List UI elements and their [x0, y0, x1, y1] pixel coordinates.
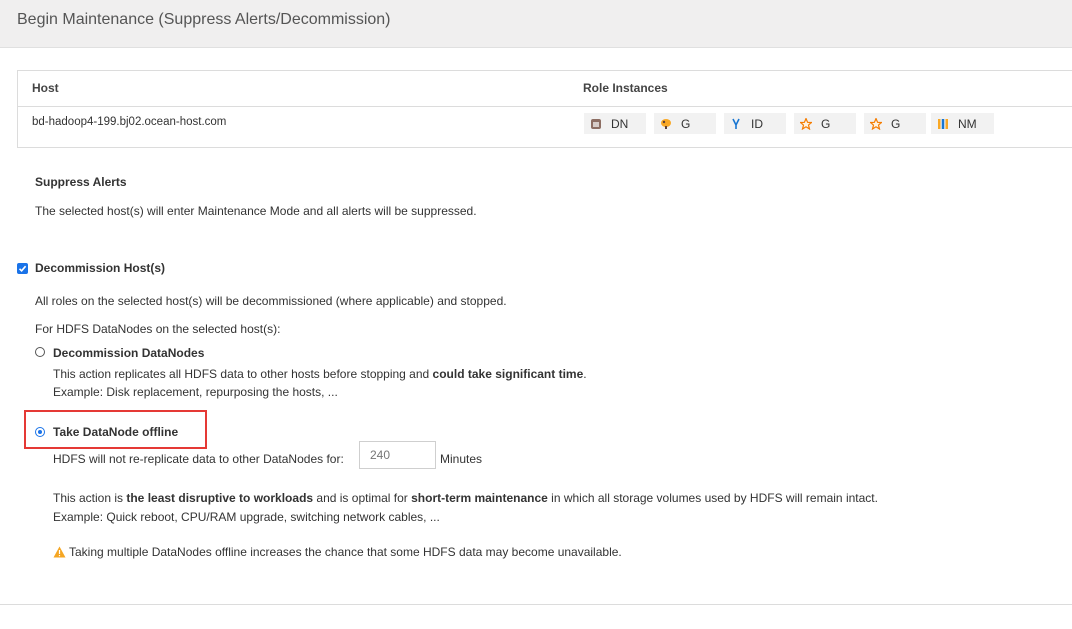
decommission-datanodes-radio[interactable] — [35, 347, 45, 357]
text-segment: This action is — [53, 491, 127, 505]
decommission-hosts-checkbox[interactable] — [17, 263, 28, 274]
host-name: bd-hadoop4-199.bj02.ocean-host.com — [32, 116, 227, 128]
offline-minutes-input[interactable] — [359, 441, 436, 469]
hive-gateway-icon — [660, 118, 672, 130]
gateway-star-icon — [798, 116, 814, 130]
decommission-datanodes-description: This action replicates all HDFS data to … — [53, 367, 587, 381]
decommission-datanodes-example: Example: Disk replacement, repurposing t… — [53, 385, 338, 399]
text-segment: . — [583, 367, 587, 381]
role-chip-label: DN — [611, 116, 629, 131]
take-datanode-offline-radio[interactable] — [35, 427, 45, 437]
role-chip-hive-gateway[interactable]: G — [654, 113, 716, 134]
role-chip-label: G — [891, 116, 901, 131]
text-segment: in which all storage volumes used by HDF… — [547, 491, 878, 505]
gateway-star-icon — [868, 116, 884, 130]
nodemanager-icon — [937, 118, 949, 130]
role-chip-label: G — [681, 116, 691, 131]
minutes-unit-label: Minutes — [440, 452, 483, 466]
replicate-duration-label: HDFS will not re-replicate data to other… — [53, 452, 344, 466]
footer-divider — [0, 604, 1072, 605]
role-chip-label: ID — [751, 116, 763, 131]
role-chip-dn[interactable]: DN — [584, 113, 646, 134]
take-datanode-offline-label[interactable]: Take DataNode offline — [53, 425, 178, 439]
warning-message: Taking multiple DataNodes offline increa… — [53, 545, 622, 559]
warning-text: Taking multiple DataNodes offline increa… — [69, 545, 622, 559]
warning-icon — [53, 546, 66, 558]
datanode-icon — [590, 118, 602, 130]
role-chip-impala-daemon[interactable]: ID — [724, 113, 786, 134]
checkmark-icon — [18, 265, 27, 272]
role-chip-nodemanager[interactable]: NM — [931, 113, 994, 134]
decommission-hosts-label[interactable]: Decommission Host(s) — [35, 261, 165, 275]
take-offline-description: This action is the least disruptive to w… — [53, 491, 878, 505]
text-emphasis: could take significant time — [432, 367, 584, 381]
impala-daemon-icon — [730, 118, 742, 130]
text-segment: and is optimal for — [313, 491, 412, 505]
role-chip-label: NM — [958, 116, 977, 131]
dialog-title: Begin Maintenance (Suppress Alerts/Decom… — [17, 11, 391, 28]
role-chip-label: G — [821, 116, 831, 131]
suppress-alerts-heading: Suppress Alerts — [35, 175, 127, 189]
take-offline-example: Example: Quick reboot, CPU/RAM upgrade, … — [53, 510, 440, 524]
dialog-header: Begin Maintenance (Suppress Alerts/Decom… — [0, 0, 1072, 48]
text-emphasis: the least disruptive to workloads — [126, 491, 314, 505]
column-host-header: Host — [32, 81, 59, 95]
decommission-description: All roles on the selected host(s) will b… — [35, 294, 507, 308]
role-chip-gateway-2[interactable]: G — [864, 113, 926, 134]
decommission-datanodes-label[interactable]: Decommission DataNodes — [53, 346, 204, 360]
column-role-instances-header: Role Instances — [583, 81, 668, 95]
role-chip-gateway-1[interactable]: G — [794, 113, 856, 134]
text-emphasis: short-term maintenance — [411, 491, 548, 505]
table-header-row: Host Role Instances — [18, 71, 1072, 107]
hdfs-datanodes-label: For HDFS DataNodes on the selected host(… — [35, 322, 281, 336]
text-segment: This action replicates all HDFS data to … — [53, 367, 433, 381]
host-table: Host Role Instances bd-hadoop4-199.bj02.… — [17, 70, 1072, 148]
suppress-alerts-text: The selected host(s) will enter Maintena… — [35, 204, 477, 218]
